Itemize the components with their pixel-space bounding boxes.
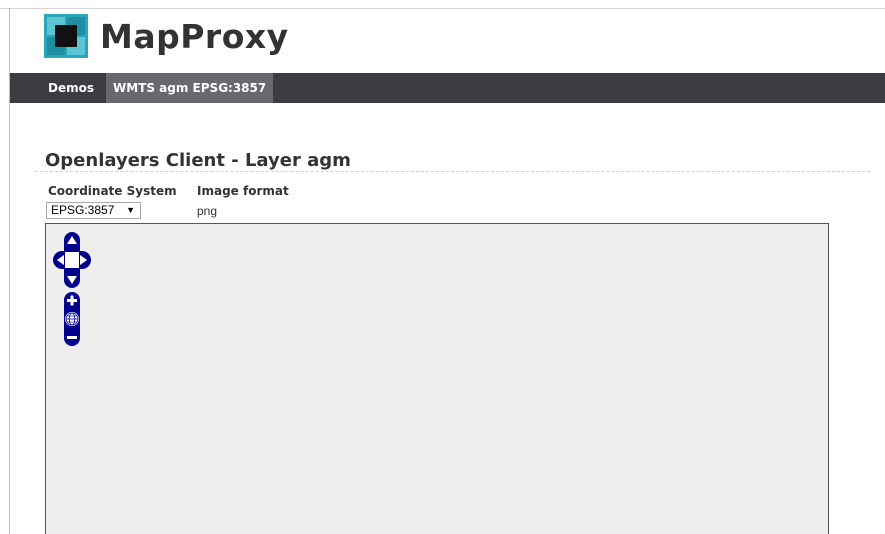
- mapproxy-logo-icon: [44, 14, 88, 58]
- top-border: [0, 8, 885, 9]
- page-title: Openlayers Client - Layer agm: [45, 150, 351, 171]
- coordinate-system-label: Coordinate System: [48, 184, 177, 198]
- navbar: Demos WMTS agm EPSG:3857: [10, 73, 885, 103]
- heading-divider: [35, 171, 870, 172]
- coordinate-system-select[interactable]: EPSG:3857 ▼: [46, 202, 141, 219]
- page: MapProxy Demos WMTS agm EPSG:3857 Openla…: [0, 0, 885, 534]
- nav-item-wmts-agm[interactable]: WMTS agm EPSG:3857: [106, 73, 274, 103]
- coordinate-system-value: EPSG:3857: [51, 203, 115, 217]
- map-viewport[interactable]: [45, 223, 829, 534]
- nav-item-demos[interactable]: Demos: [48, 73, 94, 103]
- chevron-down-icon: ▼: [126, 205, 135, 215]
- logo[interactable]: MapProxy: [44, 14, 289, 58]
- image-format-label: Image format: [197, 184, 289, 198]
- zoom-bar[interactable]: [61, 292, 83, 346]
- pan-arrows-icon[interactable]: [53, 232, 91, 288]
- image-format-value: png: [197, 204, 218, 218]
- app-title: MapProxy: [100, 16, 289, 56]
